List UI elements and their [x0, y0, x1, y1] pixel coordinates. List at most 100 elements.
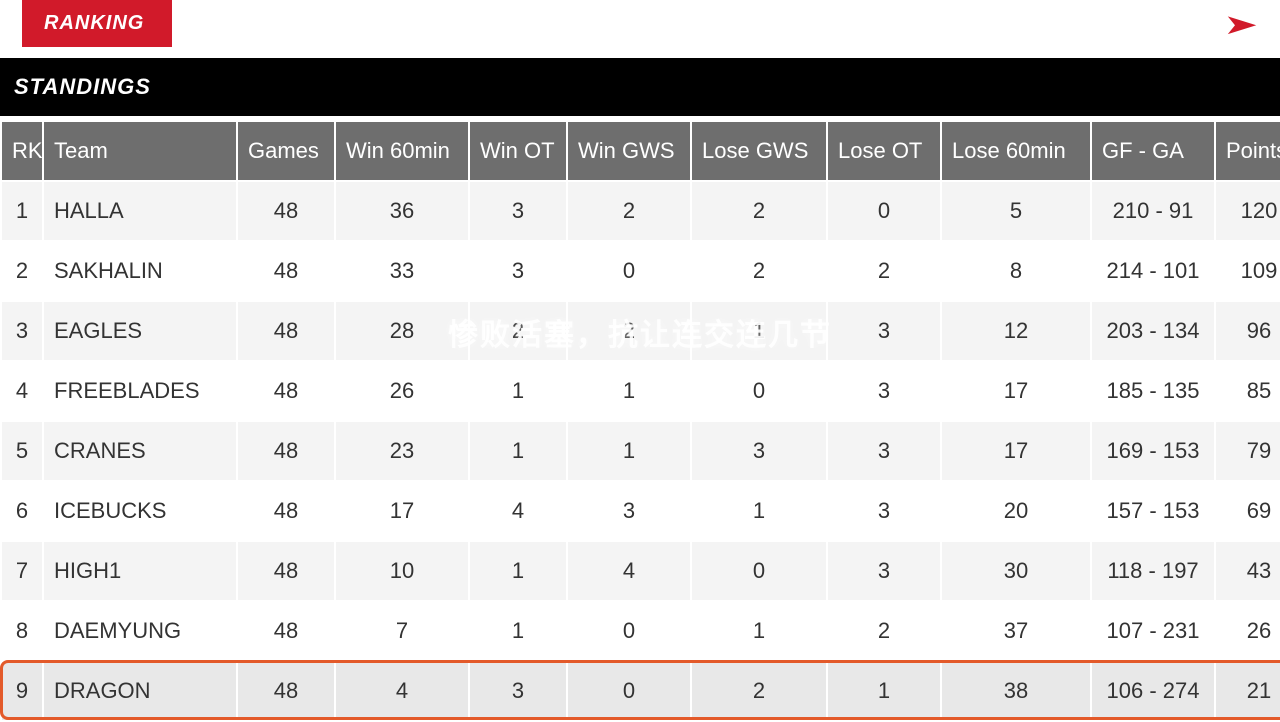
cell-team: HALLA: [44, 182, 236, 240]
cell-rk: 1: [2, 182, 42, 240]
cell-points: 79: [1216, 422, 1280, 480]
col-points: Points: [1216, 122, 1280, 180]
cell-losegws: 0: [692, 362, 826, 420]
cell-wingws: 0: [568, 662, 690, 720]
cell-games: 48: [238, 662, 334, 720]
table-row: 6ICEBUCKS4817431320157 - 15369: [2, 482, 1280, 540]
page-root: { "header": { "ranking_label": "RANKING"…: [0, 0, 1280, 722]
cell-wingws: 4: [568, 542, 690, 600]
cell-losegws: 1: [692, 302, 826, 360]
col-games: Games: [238, 122, 334, 180]
cell-team: EAGLES: [44, 302, 236, 360]
cell-losegws: 2: [692, 662, 826, 720]
cell-gfga: 185 - 135: [1092, 362, 1214, 420]
cell-lose60: 5: [942, 182, 1090, 240]
cell-games: 48: [238, 362, 334, 420]
cell-gfga: 203 - 134: [1092, 302, 1214, 360]
cell-points: 21: [1216, 662, 1280, 720]
cell-losegws: 3: [692, 422, 826, 480]
cell-gfga: 214 - 101: [1092, 242, 1214, 300]
cell-loseot: 2: [828, 242, 940, 300]
cell-team: CRANES: [44, 422, 236, 480]
table-row: 3EAGLES4828221312203 - 13496: [2, 302, 1280, 360]
cell-team: DAEMYUNG: [44, 602, 236, 660]
cell-team: ICEBUCKS: [44, 482, 236, 540]
cell-rk: 9: [2, 662, 42, 720]
cell-lose60: 17: [942, 362, 1090, 420]
col-loseot: Lose OT: [828, 122, 940, 180]
cell-loseot: 1: [828, 662, 940, 720]
cell-losegws: 1: [692, 482, 826, 540]
standings-table: RK Team Games Win 60min Win OT Win GWS L…: [0, 120, 1280, 722]
cell-losegws: 2: [692, 242, 826, 300]
cell-points: 96: [1216, 302, 1280, 360]
cell-points: 26: [1216, 602, 1280, 660]
col-losegws: Lose GWS: [692, 122, 826, 180]
cell-rk: 5: [2, 422, 42, 480]
cell-winot: 1: [470, 422, 566, 480]
cell-losegws: 1: [692, 602, 826, 660]
cell-win60: 17: [336, 482, 468, 540]
cell-win60: 7: [336, 602, 468, 660]
cell-winot: 3: [470, 242, 566, 300]
cell-wingws: 2: [568, 182, 690, 240]
cell-win60: 36: [336, 182, 468, 240]
table-row: 4FREEBLADES4826110317185 - 13585: [2, 362, 1280, 420]
cell-rk: 4: [2, 362, 42, 420]
cell-loseot: 0: [828, 182, 940, 240]
cell-loseot: 2: [828, 602, 940, 660]
col-winot: Win OT: [470, 122, 566, 180]
col-gfga: GF - GA: [1092, 122, 1214, 180]
cell-gfga: 107 - 231: [1092, 602, 1214, 660]
cell-team: HIGH1: [44, 542, 236, 600]
cell-losegws: 0: [692, 542, 826, 600]
cell-losegws: 2: [692, 182, 826, 240]
cell-games: 48: [238, 302, 334, 360]
cell-win60: 26: [336, 362, 468, 420]
cell-points: 120: [1216, 182, 1280, 240]
cell-gfga: 210 - 91: [1092, 182, 1214, 240]
cell-wingws: 3: [568, 482, 690, 540]
cell-games: 48: [238, 422, 334, 480]
cell-winot: 4: [470, 482, 566, 540]
cell-rk: 2: [2, 242, 42, 300]
cell-loseot: 3: [828, 482, 940, 540]
cell-points: 109: [1216, 242, 1280, 300]
cell-loseot: 3: [828, 422, 940, 480]
cell-win60: 23: [336, 422, 468, 480]
cell-rk: 6: [2, 482, 42, 540]
cell-lose60: 8: [942, 242, 1090, 300]
col-rk: RK: [2, 122, 42, 180]
col-wingws: Win GWS: [568, 122, 690, 180]
table-row: 1HALLA483632205210 - 91120: [2, 182, 1280, 240]
cell-gfga: 169 - 153: [1092, 422, 1214, 480]
table-row: 9DRAGON484302138106 - 27421: [2, 662, 1280, 720]
cell-rk: 8: [2, 602, 42, 660]
table-body: 1HALLA483632205210 - 911202SAKHALIN48333…: [2, 182, 1280, 720]
cell-games: 48: [238, 482, 334, 540]
cell-team: FREEBLADES: [44, 362, 236, 420]
cell-games: 48: [238, 242, 334, 300]
ranking-tab[interactable]: RANKING: [22, 0, 172, 47]
cell-winot: 1: [470, 362, 566, 420]
cell-winot: 1: [470, 602, 566, 660]
col-win60: Win 60min: [336, 122, 468, 180]
next-arrow-icon[interactable]: ➤: [1223, 8, 1258, 41]
cell-rk: 3: [2, 302, 42, 360]
cell-games: 48: [238, 602, 334, 660]
table-row: 8DAEMYUNG487101237107 - 23126: [2, 602, 1280, 660]
table-row: 7HIGH14810140330118 - 19743: [2, 542, 1280, 600]
cell-win60: 33: [336, 242, 468, 300]
cell-team: SAKHALIN: [44, 242, 236, 300]
table-row: 5CRANES4823113317169 - 15379: [2, 422, 1280, 480]
cell-games: 48: [238, 182, 334, 240]
cell-wingws: 1: [568, 362, 690, 420]
cell-lose60: 20: [942, 482, 1090, 540]
cell-lose60: 17: [942, 422, 1090, 480]
cell-wingws: 1: [568, 422, 690, 480]
cell-winot: 3: [470, 662, 566, 720]
cell-gfga: 118 - 197: [1092, 542, 1214, 600]
cell-winot: 1: [470, 542, 566, 600]
col-lose60: Lose 60min: [942, 122, 1090, 180]
cell-lose60: 37: [942, 602, 1090, 660]
